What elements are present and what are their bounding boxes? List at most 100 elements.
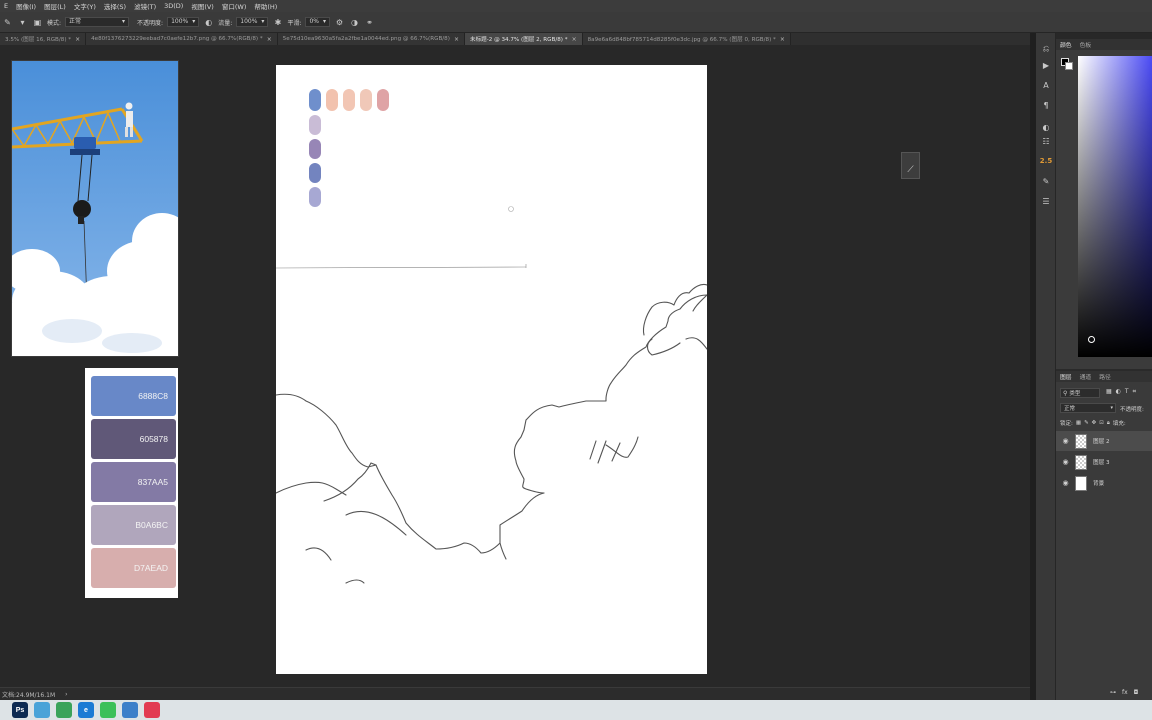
fx-icon[interactable]: fx (1122, 689, 1128, 696)
menu-item[interactable]: 选择(S) (100, 1, 130, 11)
color-picker-handle[interactable] (1088, 336, 1095, 343)
lock-all-icon[interactable]: 🔒︎ (1107, 420, 1110, 427)
character-icon[interactable]: A (1039, 79, 1053, 91)
paragraph-icon[interactable]: ¶ (1039, 99, 1053, 111)
blend-mode-select[interactable]: 正常 ▾ (1060, 403, 1116, 413)
menu-item[interactable]: 帮助(H) (250, 1, 281, 11)
eye-icon[interactable]: ◉ (1062, 479, 1069, 487)
adjust-filter-icon[interactable]: ◐ (1116, 388, 1121, 396)
chevron-down-icon: ▾ (1110, 405, 1113, 411)
app-6-taskbar-icon[interactable] (122, 702, 138, 718)
history-icon[interactable]: ⎌ (1039, 43, 1053, 55)
brush-settings-icon[interactable]: ✎ (1039, 175, 1053, 187)
properties-icon[interactable]: ☷ (1039, 135, 1053, 147)
app-2-taskbar-icon[interactable] (34, 702, 50, 718)
brush-size-value[interactable]: 2.5 (1039, 155, 1053, 167)
brush-preset-icon[interactable]: ▾ (17, 17, 28, 28)
text-filter-icon[interactable]: T (1125, 388, 1129, 396)
panel-tab[interactable]: 图层 (1060, 372, 1072, 381)
layer-name: 背景 (1093, 481, 1105, 487)
document-tab[interactable]: 4e80f1376273229eebad7c0aefe12b7.png @ 66… (86, 33, 278, 45)
layer-footer-icons: ⊶ fx ◘ (1110, 689, 1138, 696)
layer-row[interactable]: ◉ 图层 3 (1056, 452, 1152, 472)
link-icon[interactable]: ⊶ (1110, 689, 1116, 696)
app-7-taskbar-icon[interactable] (144, 702, 160, 718)
floating-brush-button[interactable]: ⟋ (901, 152, 920, 179)
panel-icon-strip: ⎌ ▶ A ¶ ◐ ☷ 2.5 ✎ ☰ (1036, 33, 1056, 700)
lock-move-icon[interactable]: ✥ (1092, 420, 1097, 426)
app-3-taskbar-icon[interactable] (56, 702, 72, 718)
layer-thumbnail (1075, 433, 1087, 449)
document-tab[interactable]: 5e75d10ea9630a5fa2a2fbe1a0044ed.png @ 66… (277, 33, 465, 45)
eye-icon[interactable]: ◉ (1062, 458, 1069, 466)
opacity-field[interactable]: 100% ▾ (167, 17, 200, 27)
status-arrow-icon[interactable]: › (65, 691, 67, 698)
layer-row[interactable]: ◉ 背景 (1056, 473, 1152, 493)
document-tab-label: 4e80f1376273229eebad7c0aefe12b7.png @ 66… (91, 36, 263, 42)
eye-icon[interactable]: ◉ (1062, 437, 1069, 445)
menu-item[interactable]: 窗口(W) (218, 1, 251, 11)
menu-item[interactable]: 视图(V) (187, 1, 218, 11)
edge-taskbar-icon[interactable]: e (78, 702, 94, 718)
mode-label: 模式: (47, 19, 62, 27)
gear-icon[interactable]: ⚙ (334, 17, 345, 28)
document-tab[interactable]: 未标题-2 @ 34.7% (图层 2, RGB/8) * × (464, 33, 583, 45)
lock-pixels-icon[interactable]: ▦ (1076, 420, 1081, 426)
palette-dab (309, 115, 321, 135)
close-icon[interactable]: × (780, 36, 785, 43)
close-icon[interactable]: × (572, 36, 577, 43)
document-canvas[interactable] (276, 65, 707, 674)
panel-tab[interactable]: 通道 (1080, 372, 1092, 381)
menu-item[interactable]: E (0, 2, 12, 10)
document-size: 文档:24.9M/16.1M (2, 691, 56, 699)
document-tab[interactable]: 3.5% (图层 16, RGB/8) * × (0, 33, 87, 45)
color-swatch-card: 6888C8 605878 837AA5 B0A6BC D7AEAD (85, 368, 178, 598)
swatch-hex-label: D7AEAD (133, 563, 168, 573)
chevron-down-icon: ▾ (122, 18, 126, 25)
airbrush-icon[interactable]: ✱ (272, 17, 283, 28)
color-picker-field[interactable] (1078, 56, 1152, 357)
chevron-down-icon: ▾ (192, 18, 196, 25)
layer-kind-filter[interactable]: ⚲ 类型 (1060, 388, 1100, 398)
flow-field[interactable]: 100% ▾ (236, 17, 269, 27)
mask-icon[interactable]: ◘ (1134, 689, 1139, 696)
menu-item[interactable]: 图层(L) (40, 1, 70, 11)
close-icon[interactable]: × (454, 36, 459, 43)
background-color[interactable] (1065, 62, 1073, 70)
sliders-icon[interactable]: ☰ (1039, 195, 1053, 207)
wechat-taskbar-icon[interactable] (100, 702, 116, 718)
layer-row[interactable]: ◉ 图层 2 (1056, 431, 1152, 451)
symmetry-icon[interactable]: ⚭ (364, 17, 375, 28)
image-filter-icon[interactable]: ▦ (1106, 388, 1112, 396)
adjustments-icon[interactable]: ◐ (1039, 121, 1053, 133)
brush-panel-icon[interactable]: ▣ (32, 17, 43, 28)
photoshop-taskbar-icon[interactable]: Ps (12, 702, 28, 718)
panel-tab[interactable]: 色板 (1080, 40, 1092, 49)
document-tabs: 3.5% (图层 16, RGB/8) * × 4e80f1376273229eeb… (0, 33, 1030, 45)
panel-tab[interactable]: 颜色 (1060, 40, 1072, 49)
swatch-hex-label: 605878 (139, 434, 168, 444)
play-icon[interactable]: ▶ (1039, 59, 1053, 71)
menu-item[interactable]: 滤镜(T) (130, 1, 160, 11)
menu-item[interactable]: 文字(Y) (70, 1, 100, 11)
windows-taskbar: Ps e (0, 700, 1152, 720)
document-tab[interactable]: 8a9e6a6d848bf785714d8285f0e3dc.jpg @ 66.… (582, 33, 791, 45)
menu-item[interactable]: 图像(I) (12, 1, 40, 11)
mode-select[interactable]: 正常 ▾ (65, 17, 130, 27)
pressure-size-icon[interactable]: ◑ (349, 17, 360, 28)
smoothing-field[interactable]: 0% ▾ (305, 17, 331, 27)
chevron-down-icon: ▾ (323, 18, 327, 25)
pressure-opacity-icon[interactable]: ◐ (203, 17, 214, 28)
lock-artboard-icon[interactable]: ⊡ (1099, 420, 1104, 426)
close-icon[interactable]: × (75, 36, 80, 43)
lock-paint-icon[interactable]: ✎ (1084, 420, 1089, 426)
shape-filter-icon[interactable]: ⌗ (1133, 388, 1136, 396)
layer-opacity-label: 不透明度: (1120, 407, 1144, 413)
panel-tab[interactable]: 路径 (1099, 372, 1111, 381)
brush-tool-icon[interactable]: ✎ (2, 17, 13, 28)
color-swatch: B0A6BC (91, 505, 176, 545)
close-icon[interactable]: × (267, 36, 272, 43)
menu-item[interactable]: 3D(D) (160, 2, 187, 10)
swatch-hex-label: B0A6BC (135, 520, 168, 530)
palette-dab (360, 89, 372, 111)
